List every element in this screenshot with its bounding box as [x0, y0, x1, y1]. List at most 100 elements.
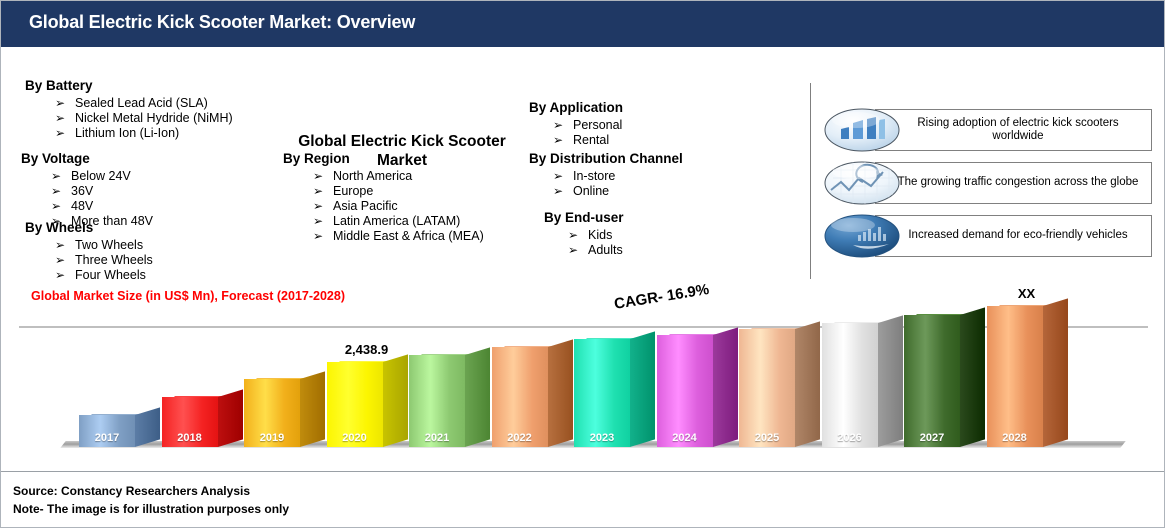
pointer-item-3: Increased demand for eco-friendly vehicl…: [823, 213, 1153, 261]
segment-title: By Battery: [25, 78, 93, 93]
bar-front-face: [986, 306, 1043, 447]
bar-front-face: [574, 339, 630, 447]
arrow-bullet-icon: ➢: [55, 238, 66, 252]
list-item-label: North America: [333, 169, 413, 183]
list-item: ➢ Latin America (LATAM): [311, 214, 533, 229]
bar-side-face: [1042, 298, 1068, 447]
bar-year-label: 2027: [919, 432, 945, 444]
pointer-text: The growing traffic congestion across th…: [897, 176, 1139, 189]
arrow-bullet-icon: ➢: [568, 228, 579, 242]
arrow-bullet-icon: ➢: [51, 169, 62, 183]
list-item-label: Below 24V: [71, 169, 131, 183]
segment-by-distribution-channel: By Distribution Channel ➢ In-store ➢ Onlin…: [529, 151, 779, 199]
bar-2025: 2025: [739, 321, 820, 447]
list-item: ➢ Adults: [566, 243, 774, 258]
arrow-bullet-icon: ➢: [568, 243, 579, 257]
list-item: ➢ Online: [551, 184, 779, 199]
bar-2021: 2021: [409, 347, 490, 447]
bar-side-face: [712, 327, 738, 447]
segment-title: By Region: [283, 151, 350, 166]
bar-side-face: [382, 354, 408, 447]
bar-side-face: [135, 407, 160, 447]
segment-title: By Voltage: [21, 151, 90, 166]
bar-2024: 2024: [656, 327, 738, 447]
chart-title: Global Market Size (in US$ Mn), Forecast…: [31, 289, 345, 303]
bar-year-label: 2021: [424, 432, 450, 444]
arrow-bullet-icon: ➢: [553, 133, 564, 147]
list-item: ➢ Rental: [551, 133, 769, 148]
bar-side-face: [877, 315, 903, 447]
bar-side-face: [547, 339, 573, 447]
bar-side-face: [630, 331, 655, 447]
arrow-bullet-icon: ➢: [55, 126, 66, 140]
bar-year-label: 2025: [754, 432, 780, 444]
pointer-item-2: The growing traffic congestion across th…: [823, 160, 1153, 208]
segment-by-battery: By Battery ➢ Sealed Lead Acid (SLA) ➢ Nick…: [25, 78, 255, 141]
segment-by-end-user: By End-user ➢ Kids ➢ Adults: [544, 210, 774, 258]
bar-year-label: 2019: [259, 432, 285, 444]
list-item-label: 36V: [71, 184, 94, 198]
bar-2028: 2028 XX: [986, 286, 1068, 447]
list-item-label: Online: [573, 184, 610, 198]
header-bar: Global Electric Kick Scooter Market: Ove…: [1, 1, 1164, 47]
bar-2023: 2023: [574, 331, 655, 447]
list-item: ➢ Two Wheels: [53, 238, 245, 253]
list-item-label: In-store: [573, 169, 616, 183]
segment-title: By End-user: [544, 210, 624, 225]
bar-2018: 2018: [161, 389, 243, 447]
list-item: ➢ In-store: [551, 169, 779, 184]
list-item: ➢ Below 24V: [49, 169, 241, 184]
bar-side-face: [960, 307, 985, 447]
list-item-label: Personal: [573, 118, 623, 132]
list-item-label: Asia Pacific: [333, 199, 398, 213]
segment-title: By Application: [529, 100, 624, 115]
list-item-label: Latin America (LATAM): [333, 214, 461, 228]
list-item-label: Europe: [333, 184, 374, 198]
footer: Source: Constancy Researchers Analysis N…: [1, 471, 1164, 527]
segment-title: By Distribution Channel: [529, 151, 683, 166]
bar-2026: 2026: [821, 315, 903, 447]
bar-year-label: 2017: [94, 432, 120, 444]
market-size-chart: Global Market Size (in US$ Mn), Forecast…: [1, 281, 1164, 469]
list-item: ➢ Asia Pacific: [311, 199, 533, 214]
segment-list: ➢ Kids ➢ Adults: [566, 228, 774, 258]
list-item-label: Rental: [573, 133, 610, 147]
bar-front-face: [739, 329, 795, 447]
bar-side-face: [465, 347, 490, 447]
footer-source: Source: Constancy Researchers Analysis: [13, 484, 250, 498]
arrow-bullet-icon: ➢: [313, 199, 324, 213]
bar-year-label: 2026: [837, 432, 862, 444]
infographic-page: Global Electric Kick Scooter Market: Ove…: [0, 0, 1165, 528]
bar-year-label: 2018: [177, 432, 202, 444]
list-item-label: Sealed Lead Acid (SLA): [75, 96, 208, 110]
pointer-item-1: Rising adoption of electric kick scooter…: [823, 107, 1153, 155]
bar-2022: 2022: [491, 339, 573, 447]
segment-by-wheels: By Wheels ➢ Two Wheels ➢ Three Wheels ➢ Fou…: [25, 220, 245, 283]
arrow-bullet-icon: ➢: [553, 169, 564, 183]
list-item-label: Middle East & Africa (MEA): [333, 229, 484, 243]
cagr-annotation: CAGR- 16.9%: [613, 281, 711, 313]
arrow-bullet-icon: ➢: [51, 184, 62, 198]
bar-2020: 2020 2,438.9: [326, 342, 408, 447]
bar-front-face: [821, 323, 878, 447]
segment-list: ➢ In-store ➢ Online: [551, 169, 779, 199]
bar-2019: 2019: [244, 371, 325, 447]
bar-2027: 2027: [904, 307, 985, 447]
bar-2017: 2017: [79, 407, 160, 447]
arrow-bullet-icon: ➢: [55, 253, 66, 267]
bar-front-face: [904, 315, 960, 447]
segment-by-voltage: By Voltage ➢ Below 24V ➢ 36V ➢ 48V ➢ More th…: [21, 151, 241, 229]
list-item-label: Three Wheels: [75, 253, 153, 267]
bar-value-label: 2,438.9: [344, 342, 389, 357]
list-item-label: Adults: [588, 243, 623, 257]
segment-list: ➢ Two Wheels ➢ Three Wheels ➢ Four Wheels: [53, 238, 245, 283]
pointer-text: Rising adoption of electric kick scooter…: [917, 116, 1119, 143]
list-item-label: 48V: [71, 199, 94, 213]
taxonomy-region: Global Electric Kick Scooter Market By B…: [1, 48, 1164, 328]
list-item: ➢ Personal: [551, 118, 769, 133]
arrow-bullet-icon: ➢: [313, 184, 324, 198]
list-item-label: Kids: [588, 228, 613, 242]
list-item: ➢ Middle East & Africa (MEA): [311, 229, 533, 244]
arrow-bullet-icon: ➢: [51, 199, 62, 213]
segment-by-application: By Application ➢ Personal ➢ Rental: [529, 100, 769, 148]
